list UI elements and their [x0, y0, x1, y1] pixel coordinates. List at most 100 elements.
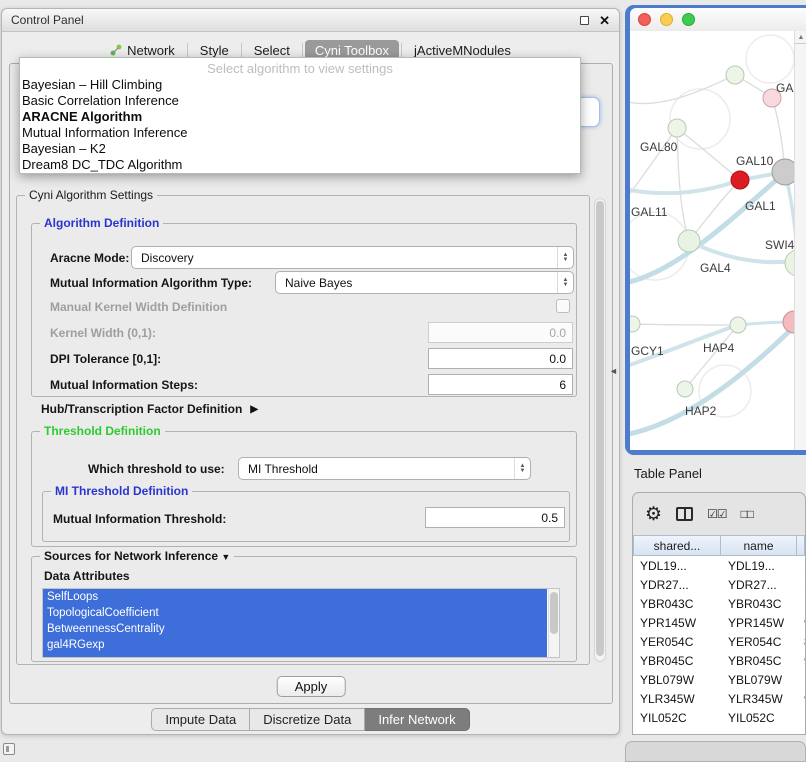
table-row[interactable]: YBL079W YBL079W: [633, 670, 805, 689]
apply-button[interactable]: Apply: [277, 676, 346, 697]
popup-item-basic-correlation[interactable]: Basic Correlation Inference: [20, 93, 580, 109]
node-label: GAL1: [745, 199, 776, 213]
popup-item-bayesian-k2[interactable]: Bayesian – K2: [20, 141, 580, 157]
dpi-tolerance-label: DPI Tolerance [0,1]:: [50, 352, 161, 366]
network-titlebar[interactable]: [630, 8, 806, 31]
column-header[interactable]: name: [721, 535, 797, 556]
attributes-list[interactable]: SelfLoops TopologicalCoefficient Between…: [42, 588, 560, 658]
network-canvas[interactable]: GALGAL80GAL10GAL1GAL11SWI4GAL4GCY1HAP4YH…: [630, 31, 806, 450]
network-node[interactable]: [668, 119, 686, 137]
network-icon: [110, 44, 122, 56]
popup-item-aracne[interactable]: ARACNE Algorithm: [20, 109, 580, 125]
network-edge[interactable]: [630, 75, 735, 104]
table-window: ⚙ ☑☑ □□ shared...name YDL19... YDL19... …: [632, 492, 806, 735]
table-cell: 13: [797, 559, 805, 573]
gear-icon[interactable]: ⚙: [645, 505, 662, 524]
table-toolbar: ⚙ ☑☑ □□: [633, 493, 805, 535]
mi-threshold-field[interactable]: 0.5: [425, 507, 565, 528]
table-rows: YDL19... YDL19... 13 YDR27... YDR27... 1…: [633, 556, 805, 727]
column-header[interactable]: [797, 535, 805, 556]
scrollbar-thumb[interactable]: [596, 201, 604, 656]
network-node[interactable]: [630, 316, 640, 332]
network-edge[interactable]: [677, 128, 689, 241]
table-row[interactable]: YDR27... YDR27... 12: [633, 575, 805, 594]
kernel-width-field[interactable]: 0.0: [428, 322, 573, 343]
hub-definition-toggle[interactable]: Hub/Transcription Factor Definition ▶: [41, 402, 258, 416]
mi-type-combo[interactable]: Naive Bayes ▲▼: [275, 271, 574, 294]
network-edge[interactable]: [630, 180, 740, 193]
group-title: Cyni Algorithm Settings: [25, 188, 157, 202]
sources-title[interactable]: Sources for Network Inference ▼: [40, 549, 234, 563]
table-row[interactable]: YDL19... YDL19... 13: [633, 556, 805, 575]
table-panel-title: Table Panel: [634, 466, 702, 481]
attribute-item[interactable]: BetweennessCentrality: [43, 621, 547, 637]
node-label: GCY1: [631, 344, 664, 358]
bottom-panel-strip: [625, 741, 806, 762]
network-node[interactable]: [677, 381, 693, 397]
network-node[interactable]: [726, 66, 744, 84]
table-row[interactable]: YBR045C YBR045C 9.: [633, 651, 805, 670]
manual-kernel-label: Manual Kernel Width Definition: [50, 300, 227, 314]
bottom-tab-impute[interactable]: Impute Data: [151, 708, 250, 731]
tab-label: jActiveMNodules: [414, 43, 511, 58]
attribute-item[interactable]: TopologicalCoefficient: [43, 605, 547, 621]
table-cell: 9.: [797, 692, 805, 706]
table-cell: 12: [797, 578, 805, 592]
dpi-tolerance-field[interactable]: 0.0: [428, 348, 573, 369]
network-edge[interactable]: [632, 324, 738, 325]
scrollbar-thumb[interactable]: [550, 592, 558, 634]
network-graph[interactable]: GALGAL80GAL10GAL1GAL11SWI4GAL4GCY1HAP4YH…: [630, 31, 806, 450]
select-all-icon[interactable]: ☑☑: [707, 507, 727, 521]
table-cell: YBR043C: [721, 597, 797, 611]
table-cell: YPR145W: [633, 616, 721, 630]
close-icon[interactable]: ✕: [599, 14, 610, 27]
table-row[interactable]: YIL052C YIL052C: [633, 708, 805, 727]
network-node[interactable]: [730, 317, 746, 333]
settings-scrollbar[interactable]: [594, 198, 606, 662]
tab-separator: [302, 43, 303, 57]
node-table: shared...name YDL19... YDL19... 13 YDR27…: [633, 535, 805, 734]
cyni-settings-group: Cyni Algorithm Settings Algorithm Defini…: [16, 195, 590, 665]
which-threshold-combo[interactable]: MI Threshold ▲▼: [238, 457, 531, 480]
columns-icon[interactable]: [676, 507, 693, 521]
popup-item-bayesian-hill-climbing[interactable]: Bayesian – Hill Climbing: [20, 77, 580, 93]
network-node[interactable]: [731, 171, 749, 189]
scroll-up-icon[interactable]: ▲: [795, 31, 806, 44]
pane-collapse-icon[interactable]: ◄: [609, 366, 618, 376]
mini-panel-icon[interactable]: [3, 743, 15, 755]
bottom-tab-infer[interactable]: Infer Network: [365, 708, 469, 731]
table-row[interactable]: YER054C YER054C 8.: [633, 632, 805, 651]
zoom-traffic-light[interactable]: [682, 13, 695, 26]
stepper-icon: ▲▼: [514, 458, 530, 479]
attribute-item[interactable]: gal4RGexp: [43, 637, 547, 653]
table-cell: 8.: [797, 635, 805, 649]
deselect-all-icon[interactable]: □□: [741, 507, 754, 521]
popup-item-dream8[interactable]: Dream8 DC_TDC Algorithm: [20, 157, 580, 173]
network-window: GALGAL80GAL10GAL1GAL11SWI4GAL4GCY1HAP4YH…: [625, 5, 806, 455]
table-row[interactable]: YBR043C YBR043C: [633, 594, 805, 613]
minimize-traffic-light[interactable]: [660, 13, 673, 26]
attribute-item[interactable]: SelfLoops: [43, 589, 547, 605]
sources-title-label: Sources for Network Inference: [44, 549, 218, 563]
aracne-mode-combo[interactable]: Discovery ▲▼: [131, 246, 574, 269]
popup-item-mutual-information[interactable]: Mutual Information Inference: [20, 125, 580, 141]
column-header[interactable]: shared...: [633, 535, 721, 556]
algorithm-definition-group: Algorithm Definition Aracne Mode: Discov…: [31, 223, 577, 397]
bottom-tab-discretize[interactable]: Discretize Data: [250, 708, 365, 731]
table-cell: YBL079W: [633, 673, 721, 687]
network-node[interactable]: [678, 230, 700, 252]
expand-arrow-icon: ▶: [250, 404, 258, 415]
manual-kernel-checkbox[interactable]: [556, 299, 570, 313]
group-title: MI Threshold Definition: [51, 484, 192, 498]
canvas-scrollbar[interactable]: ▲: [794, 31, 806, 450]
close-traffic-light[interactable]: [638, 13, 651, 26]
table-row[interactable]: YPR145W YPR145W 9.: [633, 613, 805, 632]
attributes-scrollbar[interactable]: [548, 589, 559, 657]
mi-steps-field[interactable]: 6: [428, 374, 573, 395]
network-edge[interactable]: [677, 128, 740, 180]
node-label: GAL10: [736, 154, 774, 168]
table-row[interactable]: YLR345W YLR345W 9.: [633, 689, 805, 708]
control-panel-titlebar[interactable]: Control Panel ✕: [2, 9, 619, 32]
float-window-icon[interactable]: [580, 16, 589, 25]
table-cell: YBR045C: [633, 654, 721, 668]
